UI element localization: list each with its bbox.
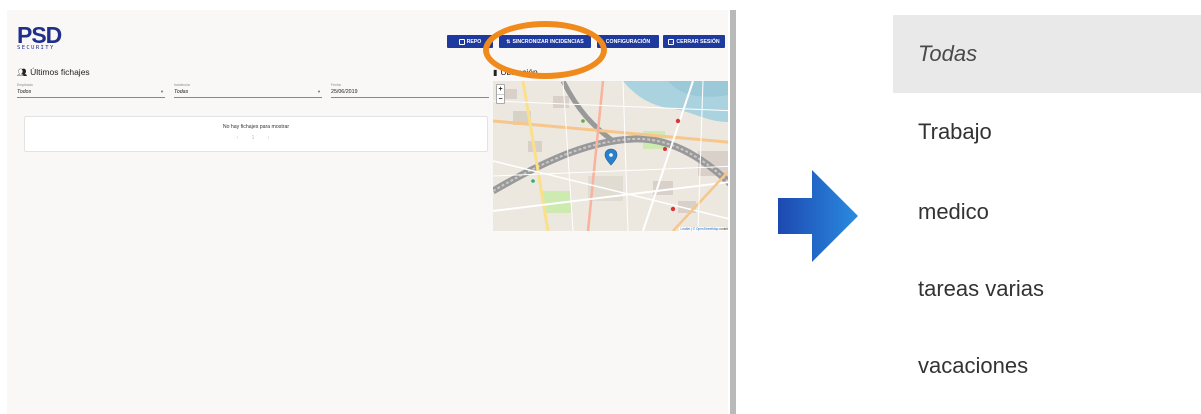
reports-button-label: REPO: [466, 38, 482, 45]
dropdown-option-trabajo[interactable]: Trabajo: [893, 93, 1201, 170]
pagination[interactable]: ‹ 1 ›: [25, 135, 487, 141]
chevron-down-icon: ▼: [160, 89, 164, 94]
logout-button-label: CERRAR SESIÓN: [676, 38, 720, 45]
vertical-divider: [730, 10, 736, 414]
incidencia-select[interactable]: Incidencia Todas ▼: [174, 83, 322, 98]
sync-incidencias-button[interactable]: ⇅ SINCRONIZAR INCIDENCIAS: [499, 35, 591, 48]
dropdown-option-medico[interactable]: medico: [893, 173, 1201, 250]
map[interactable]: + − Leaflet | © OpenStreetMap contributo…: [493, 81, 728, 231]
ubicacion-heading: ▮ Ubicación: [493, 67, 538, 77]
cerrar-sesion-button[interactable]: → CERRAR SESIÓN: [663, 35, 725, 48]
dropdown-option-vacaciones[interactable]: vacaciones: [893, 327, 1201, 404]
incidencia-underline: [174, 97, 322, 98]
logo-brand: PSD: [17, 22, 62, 48]
fichajes-title: Últimos fichajes: [30, 67, 90, 77]
map-attribution: Leaflet | © OpenStreetMap contributors: [678, 227, 728, 231]
arrow-right-icon: [778, 170, 858, 262]
logo-subtitle: SECURITY: [17, 45, 55, 51]
incidencia-dropdown-menu: Todas Trabajo medico tareas varias vacac…: [893, 15, 1201, 414]
empty-message: No hay fichajes para mostrar: [222, 124, 290, 130]
people-icon: 👥︎: [17, 67, 28, 77]
zoom-control: + −: [496, 84, 505, 104]
logo: PSD SECURITY: [17, 22, 62, 52]
attribution-link[interactable]: Leaflet | © OpenStreetMap: [681, 227, 719, 231]
app-window: PSD SECURITY REPO ⇅ SINCRONIZAR INCIDENC…: [7, 10, 728, 414]
attribution-suffix: contributors: [719, 227, 728, 231]
empleado-select[interactable]: Empleado Todos ▼: [17, 83, 165, 98]
zoom-out-button[interactable]: −: [497, 94, 504, 103]
fecha-underline: [331, 97, 489, 98]
sync-button-label: SINCRONIZAR INCIDENCIAS: [512, 38, 584, 45]
logout-icon: →: [668, 38, 675, 45]
composite-screenshot: PSD SECURITY REPO ⇅ SINCRONIZAR INCIDENC…: [0, 0, 1201, 414]
empleado-value: Todos: [17, 89, 32, 95]
zoom-in-button[interactable]: +: [497, 85, 504, 94]
ubicacion-title: Ubicación: [500, 67, 538, 77]
fichajes-table: No hay fichajes para mostrar ‹ 1 ›: [24, 116, 488, 152]
report-icon: [458, 38, 465, 45]
fichajes-heading: 👥︎ Últimos fichajes: [17, 67, 90, 77]
sync-icon: ⇅: [506, 38, 511, 45]
dropdown-option-tareas-varias[interactable]: tareas varias: [893, 250, 1201, 327]
map-icon: ▮: [493, 67, 498, 77]
map-tiles: [493, 81, 728, 231]
fecha-field[interactable]: Fecha 25/06/2019: [331, 83, 489, 98]
empleado-underline: [17, 97, 165, 98]
incidencia-value: Todas: [174, 89, 189, 95]
reports-button[interactable]: REPO: [447, 35, 493, 48]
fecha-value: 25/06/2019: [331, 89, 358, 95]
chevron-down-icon: ▼: [317, 89, 321, 94]
configuracion-button[interactable]: CONFIGURACIÓN: [597, 35, 659, 48]
dropdown-option-todas[interactable]: Todas: [893, 15, 1201, 93]
config-button-label: CONFIGURACIÓN: [605, 38, 651, 45]
